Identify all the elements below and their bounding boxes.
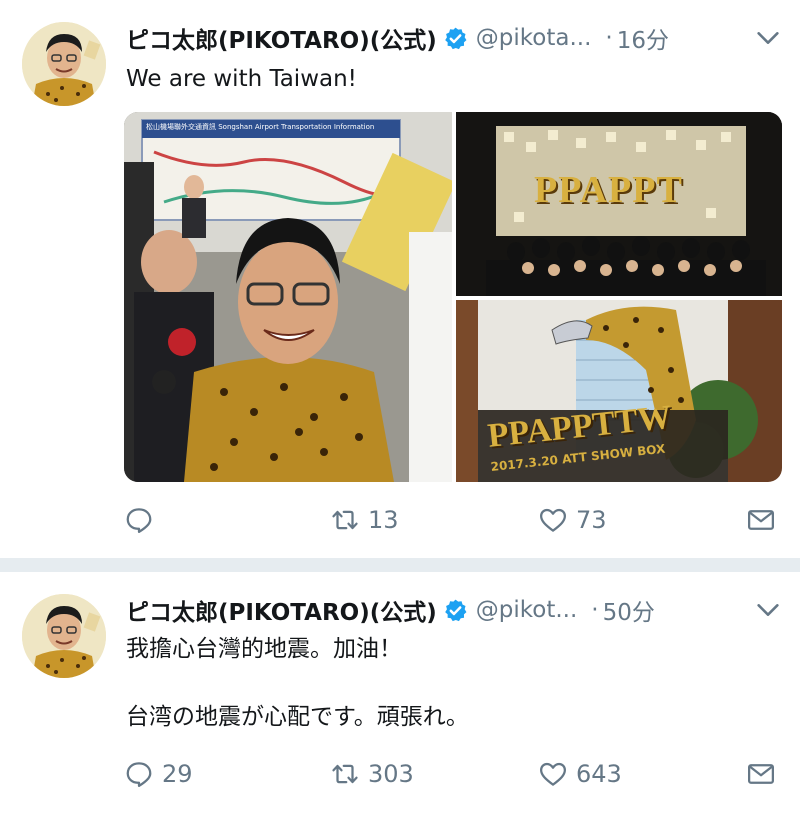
reply-icon [126, 762, 152, 787]
avatar-image [22, 594, 106, 678]
author-handle[interactable]: @pikot... [476, 597, 578, 623]
chevron-down-icon[interactable] [754, 596, 782, 624]
retweet-button[interactable]: 13 [330, 502, 399, 538]
retweet-button[interactable]: 303 [330, 756, 414, 792]
share-mail-icon [748, 510, 774, 530]
stage-title-text: PPAPPT [534, 169, 683, 211]
like-count: 73 [576, 506, 607, 534]
share-mail-icon [748, 764, 774, 784]
reply-icon [126, 508, 152, 533]
tweet-text: 我擔心台灣的地震。加油！ 台湾の地震が心配です。頑張れ。 [126, 636, 469, 730]
tweet-actions: 29 303 643 [124, 756, 784, 792]
tweet-divider [0, 558, 800, 572]
author-handle[interactable]: @pikota... [476, 25, 592, 51]
retweet-icon [332, 510, 358, 530]
share-button[interactable] [746, 756, 776, 792]
tweet-actions: 13 73 [124, 502, 784, 538]
share-button[interactable] [746, 502, 776, 538]
tweet[interactable]: ピコ太郎(PIKOTARO)(公式) @pikot... · 50分 我擔心台灣… [0, 572, 800, 814]
photo-stage-group[interactable]: PPAPPT [456, 112, 782, 296]
photo-ppappttw-banner[interactable]: PPAPPTTW 2017.3.20 ATT SHOW BOX [456, 300, 782, 482]
avatar-image [22, 22, 106, 106]
timestamp[interactable]: 50分 [603, 593, 655, 627]
like-button[interactable]: 643 [538, 756, 622, 792]
retweet-count: 13 [368, 506, 399, 534]
like-icon [540, 762, 566, 786]
timestamp[interactable]: 16分 [617, 21, 669, 55]
reply-button[interactable] [124, 502, 162, 538]
avatar[interactable] [22, 594, 106, 678]
like-icon [540, 508, 566, 532]
author-name[interactable]: ピコ太郎(PIKOTARO)(公式) [126, 593, 437, 627]
verified-badge-icon [444, 599, 467, 621]
retweet-count: 303 [368, 760, 414, 788]
verified-badge-icon [444, 27, 467, 49]
airport-sign-text: 松山機場聯外交通資訊 Songshan Airport Transportati… [146, 123, 375, 131]
reply-count: 29 [162, 760, 193, 788]
photo-airport-crowd[interactable]: 松山機場聯外交通資訊 Songshan Airport Transportati… [124, 112, 452, 482]
tweet-text: We are with Taiwan! [126, 66, 357, 92]
like-count: 643 [576, 760, 622, 788]
chevron-down-icon[interactable] [754, 24, 782, 52]
author-name[interactable]: ピコ太郎(PIKOTARO)(公式) [126, 21, 437, 55]
tweet[interactable]: ピコ太郎(PIKOTARO)(公式) @pikota... · 16分 We a… [0, 0, 800, 558]
separator-dot: · [591, 597, 599, 623]
reply-button[interactable]: 29 [124, 756, 193, 792]
like-button[interactable]: 73 [538, 502, 607, 538]
retweet-icon [332, 764, 358, 784]
avatar[interactable] [22, 22, 106, 106]
media-grid[interactable]: 松山機場聯外交通資訊 Songshan Airport Transportati… [124, 112, 782, 482]
separator-dot: · [605, 25, 613, 51]
